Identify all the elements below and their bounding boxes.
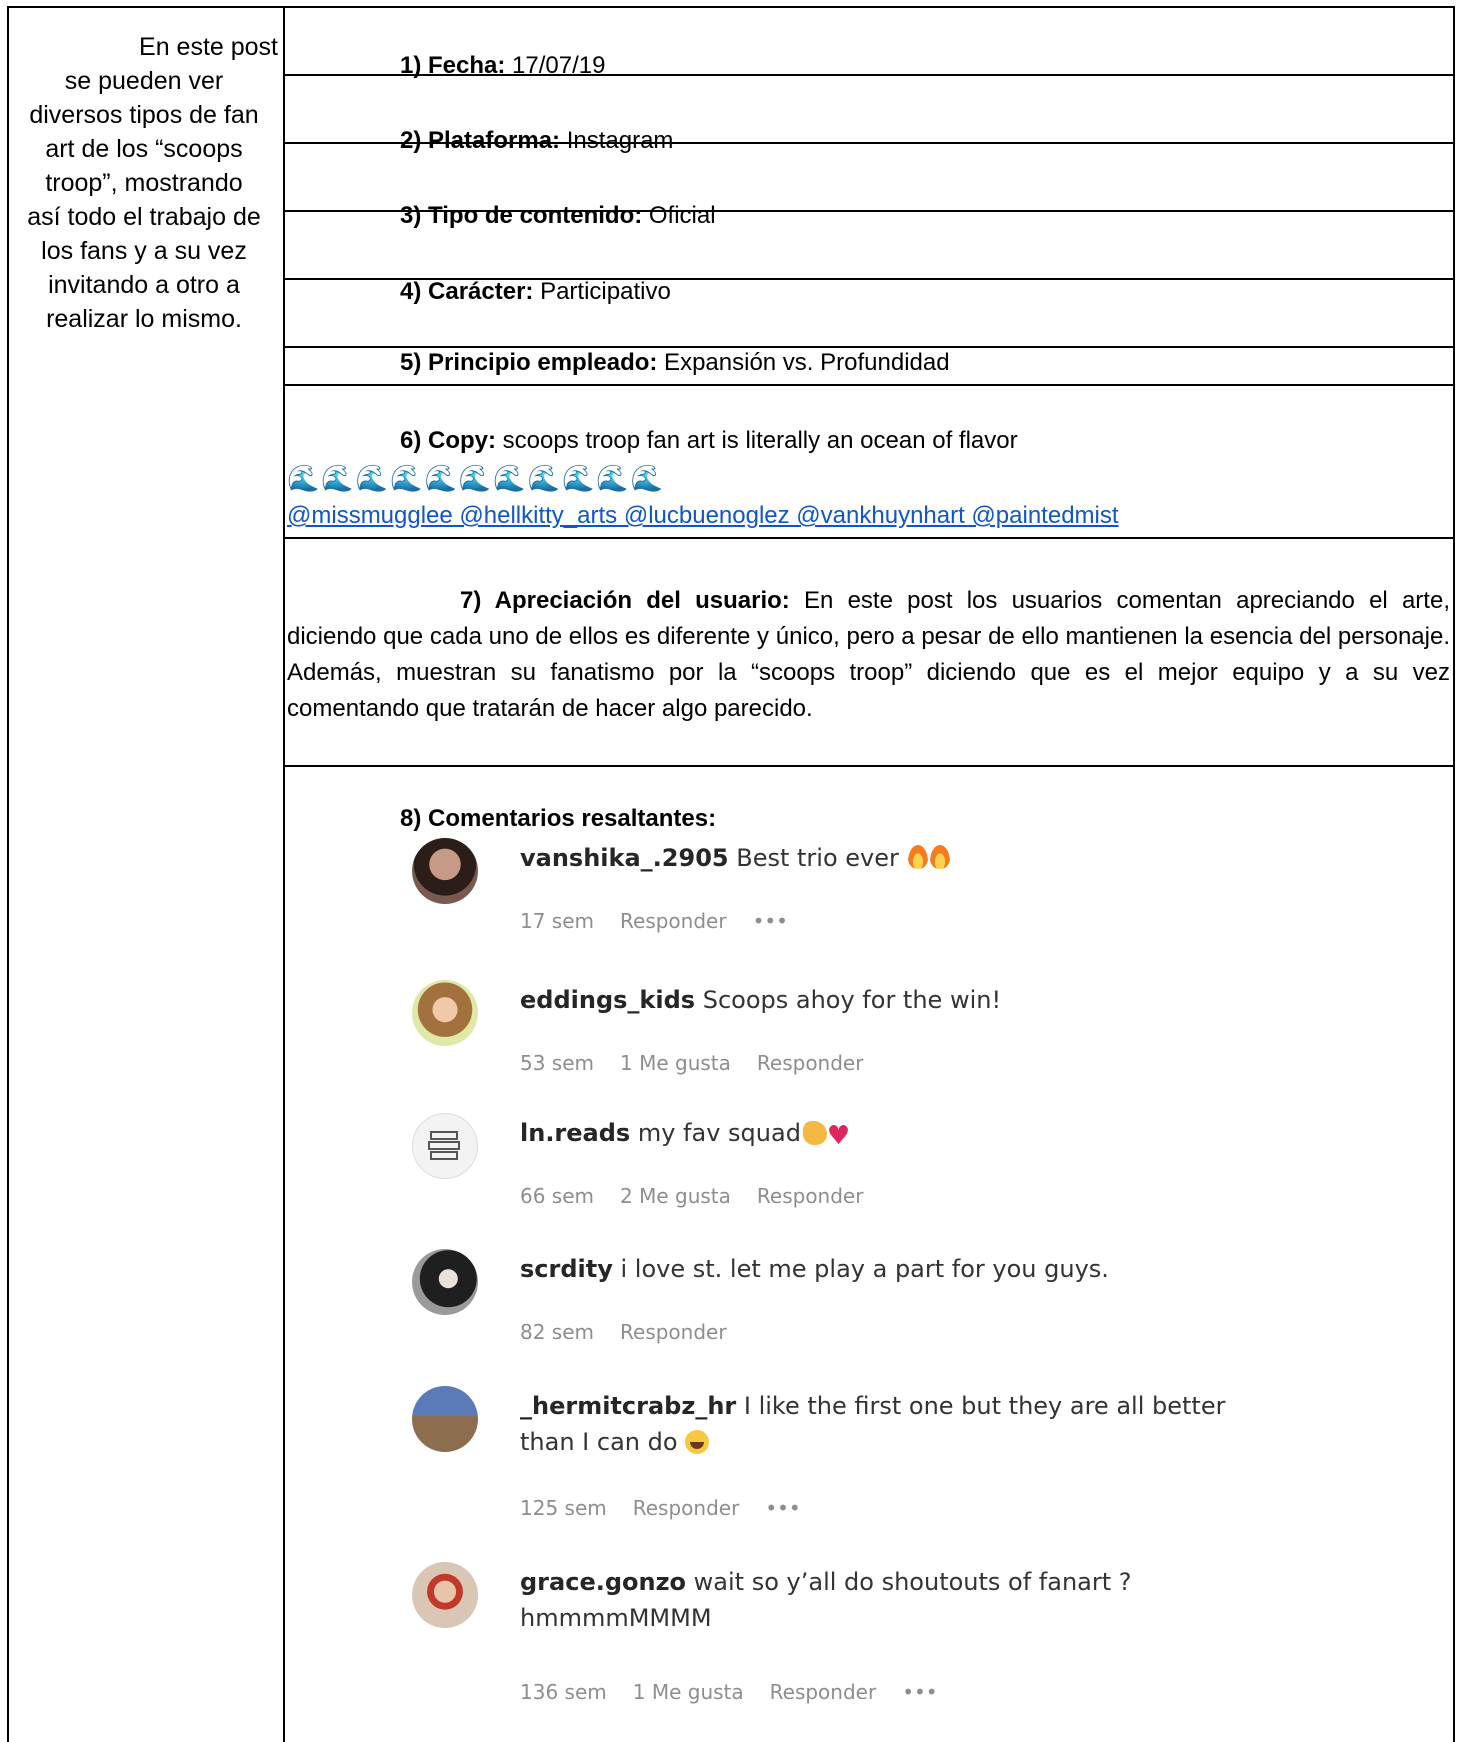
comment-body: my fav squad xyxy=(630,1119,801,1147)
comment-time: 136 sem xyxy=(520,1680,607,1704)
principio-value: Expansión vs. Profundidad xyxy=(657,349,950,376)
comment-username[interactable]: eddings_kids xyxy=(520,986,695,1014)
more-options-icon[interactable]: ••• xyxy=(753,909,788,933)
comment-text: ln.reads my fav squad ♥ xyxy=(520,1115,1280,1151)
copy-label: 6) Copy: xyxy=(400,427,496,454)
apreciacion-label: 7) Apreciación del usuario: xyxy=(460,587,790,614)
avatar[interactable] xyxy=(412,1386,478,1452)
comment-username[interactable]: grace.gonzo xyxy=(520,1568,686,1596)
books-icon xyxy=(428,1131,460,1160)
comentarios-title: 8) Comentarios resaltantes: xyxy=(400,805,717,832)
row-divider xyxy=(285,537,1455,539)
comment-meta: 136 sem 1 Me gusta Responder ••• xyxy=(520,1680,964,1704)
row-apreciacion: 7) Apreciación del usuario: En este post… xyxy=(287,583,1450,727)
more-options-icon[interactable]: ••• xyxy=(765,1496,800,1520)
row-plataforma: 2) Plataforma: Instagram xyxy=(400,125,673,157)
comment-text: vanshika_.2905 Best trio ever xyxy=(520,840,1280,876)
reply-button[interactable]: Responder xyxy=(620,909,727,933)
column-divider xyxy=(283,6,285,1742)
comment-text: scrdity i love st. let me play a part fo… xyxy=(520,1251,1280,1287)
comment-username[interactable]: vanshika_.2905 xyxy=(520,844,729,872)
avatar[interactable] xyxy=(412,980,478,1046)
comment-time: 66 sem xyxy=(520,1184,595,1208)
description-line: invitando a otro a xyxy=(48,271,240,299)
comment-time: 53 sem xyxy=(520,1051,595,1075)
row-copy: 6) Copy: scoops troop fan art is literal… xyxy=(400,425,1018,457)
comment-body: Best trio ever xyxy=(728,844,907,872)
more-options-icon[interactable]: ••• xyxy=(902,1680,937,1704)
heart-emoji: ♥ xyxy=(826,1121,851,1151)
comment-text: eddings_kids Scoops ahoy for the win! xyxy=(520,982,1280,1018)
wave-emoji-row: 🌊🌊🌊🌊🌊🌊🌊🌊🌊🌊🌊 xyxy=(287,463,666,493)
plataforma-value: Instagram xyxy=(560,127,674,154)
comment-meta: 82 sem Responder xyxy=(520,1320,753,1344)
description-line: diversos tipos de fan xyxy=(29,101,259,129)
description-line: art de los “scoops xyxy=(45,135,243,163)
row-tipo: 3) Tipo de contenido: Oficial xyxy=(400,200,716,232)
comment-text: _hermitcrabz_hr I like the first one but… xyxy=(520,1388,1280,1460)
row-divider xyxy=(285,384,1455,386)
avatar[interactable] xyxy=(412,1249,478,1315)
avatar[interactable] xyxy=(412,1562,478,1628)
description-line: realizar lo mismo. xyxy=(46,305,242,333)
row-caracter: 4) Carácter: Participativo xyxy=(400,276,671,308)
comment-username[interactable]: scrdity xyxy=(520,1255,613,1283)
caracter-value: Participativo xyxy=(533,278,671,305)
row-principio: 5) Principio empleado: Expansión vs. Pro… xyxy=(400,347,950,379)
comment-meta: 17 sem Responder ••• xyxy=(520,909,814,933)
comment-meta: 53 sem 1 Me gusta Responder xyxy=(520,1051,889,1075)
row-divider xyxy=(285,765,1455,767)
description-line: troop”, mostrando xyxy=(45,169,243,197)
reply-button[interactable]: Responder xyxy=(757,1051,864,1075)
clap-emoji xyxy=(802,1121,827,1145)
avatar[interactable] xyxy=(412,1113,478,1179)
fecha-value: 17/07/19 xyxy=(505,52,606,79)
caracter-label: 4) Carácter: xyxy=(400,278,534,305)
description-line: En este post xyxy=(139,33,278,61)
principio-label: 5) Principio empleado: xyxy=(400,349,658,376)
description-line: los fans y a su vez xyxy=(41,237,247,265)
fire-emoji xyxy=(908,845,929,869)
post-description: En este post se pueden ver diversos tipo… xyxy=(10,30,278,336)
reply-button[interactable]: Responder xyxy=(770,1680,877,1704)
fire-emoji xyxy=(930,845,951,869)
comment-time: 125 sem xyxy=(520,1496,607,1520)
comment-time: 82 sem xyxy=(520,1320,595,1344)
comment-meta: 66 sem 2 Me gusta Responder xyxy=(520,1184,889,1208)
comment-time: 17 sem xyxy=(520,909,595,933)
reply-button[interactable]: Responder xyxy=(620,1320,727,1344)
comment-meta: 125 sem Responder ••• xyxy=(520,1496,827,1520)
comment-username[interactable]: ln.reads xyxy=(520,1119,630,1147)
comment-username[interactable]: _hermitcrabz_hr xyxy=(520,1392,736,1420)
comment-likes[interactable]: 2 Me gusta xyxy=(620,1184,731,1208)
comment-likes[interactable]: 1 Me gusta xyxy=(633,1680,744,1704)
tipo-value: Oficial xyxy=(642,202,716,229)
reply-button[interactable]: Responder xyxy=(633,1496,740,1520)
comment-body: Scoops ahoy for the win! xyxy=(695,986,1002,1014)
comment-body: i love st. let me play a part for you gu… xyxy=(612,1255,1109,1283)
comment-likes[interactable]: 1 Me gusta xyxy=(620,1051,731,1075)
description-line: así todo el trabajo de xyxy=(27,203,261,231)
mentions-link[interactable]: @missmugglee @hellkitty_arts @lucbuenogl… xyxy=(287,502,1119,530)
tipo-label: 3) Tipo de contenido: xyxy=(400,202,643,229)
laughing-emoji xyxy=(685,1430,710,1454)
reply-button[interactable]: Responder xyxy=(757,1184,864,1208)
plataforma-label: 2) Plataforma: xyxy=(400,127,561,154)
fecha-label: 1) Fecha: xyxy=(400,52,506,79)
description-line: se pueden ver xyxy=(64,67,224,95)
copy-value: scoops troop fan art is literally an oce… xyxy=(496,427,1018,454)
comment-text: grace.gonzo wait so y’all do shoutouts o… xyxy=(520,1564,1280,1636)
avatar[interactable] xyxy=(412,838,478,904)
row-fecha: 1) Fecha: 17/07/19 xyxy=(400,50,605,82)
